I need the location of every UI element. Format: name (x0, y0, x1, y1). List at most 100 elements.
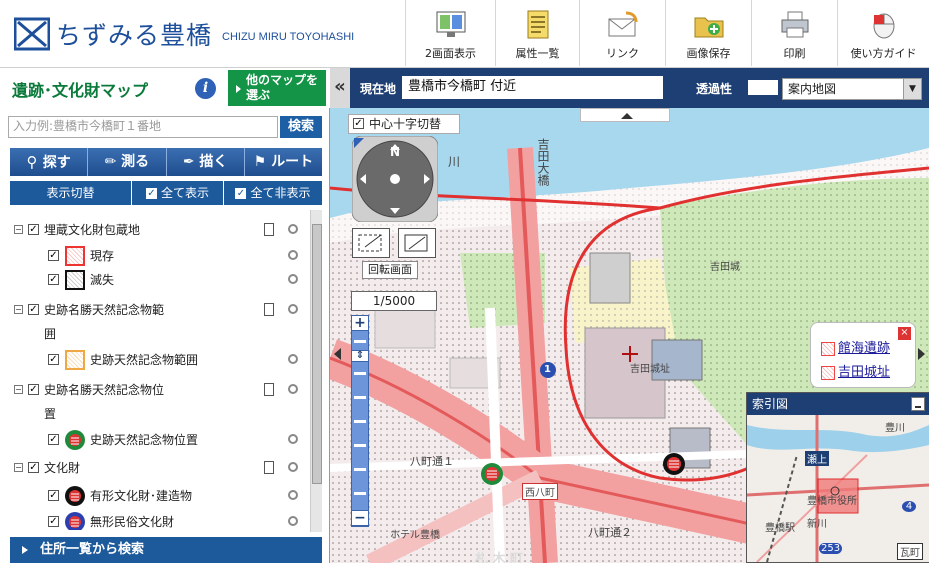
collapse-panel-button[interactable]: « (330, 68, 350, 108)
map-label-nishihacchou: 西八町 (522, 483, 558, 500)
collapse-toggle[interactable]: − (14, 385, 23, 394)
envelope-link-icon (606, 10, 640, 40)
route-tool-label: ルート (271, 154, 314, 170)
crosshair-checkbox[interactable]: ✓ (353, 118, 364, 129)
zoom-in-button[interactable]: + (351, 315, 369, 331)
zoom-layer-icon[interactable] (288, 434, 298, 444)
map-marker-green[interactable] (481, 463, 503, 485)
map-label-hotel: ホテル豊橋 (390, 530, 440, 541)
layer-checkbox[interactable]: ✓ (48, 250, 59, 261)
close-icon[interactable]: × (898, 327, 911, 340)
panel-title-bar: 遺跡･文化財マップ i 他のマップを選ぶ (0, 68, 330, 108)
black-square-symbol (65, 270, 85, 290)
zoom-layer-icon[interactable] (288, 354, 298, 364)
hide-all-button[interactable]: ✓ 全て非表示 (224, 181, 322, 205)
zoom-out-button[interactable]: − (351, 510, 369, 526)
link-label: リンク (606, 47, 639, 60)
other-maps-button[interactable]: 他のマップを選ぶ (228, 70, 326, 106)
pan-control[interactable]: N (352, 136, 438, 222)
search-button[interactable]: 検索 (280, 116, 322, 138)
address-list-search-button[interactable]: 住所一覧から検索 (10, 537, 322, 563)
link-button[interactable]: リンク (579, 0, 665, 66)
printer-icon (778, 10, 812, 40)
map-marker-black[interactable] (663, 453, 685, 475)
map-label-yoshida-castle: 吉田城 (710, 262, 740, 273)
find-tool-button[interactable]: ⚲ 探す (10, 148, 89, 176)
map-label-river: 川 (448, 155, 461, 169)
zoom-layer-icon[interactable] (288, 224, 298, 234)
layer-checkbox[interactable]: ✓ (48, 516, 59, 527)
layer-item-existing: ✓ 現存 (10, 244, 310, 268)
pan-up-arrow[interactable] (580, 108, 670, 122)
layer-item-tangible-buildings: ✓ 有形文化財･建造物 (10, 484, 310, 508)
zoom-out-rectangle-button[interactable] (352, 228, 390, 258)
usage-guide-button[interactable]: 使い方ガイド (837, 0, 929, 66)
zoom-layer-icon[interactable] (288, 516, 298, 526)
layer-label-wrap: 囲 (44, 327, 57, 341)
zoom-in-rectangle-button[interactable] (398, 228, 436, 258)
zoom-layer-icon[interactable] (288, 384, 298, 394)
layer-checkbox[interactable]: ✓ (28, 384, 39, 395)
layer-checkbox[interactable]: ✓ (48, 274, 59, 285)
layer-checkbox[interactable]: ✓ (28, 304, 39, 315)
popup-link-1[interactable]: 館海遺跡 (821, 337, 890, 356)
basemap-select[interactable]: 案内地図 ▼ (782, 78, 922, 100)
info-icon[interactable]: i (195, 78, 216, 99)
pan-right-arrow[interactable] (918, 348, 925, 360)
collapse-toggle[interactable]: − (14, 463, 23, 472)
index-label-toyokawa: 豊川 (885, 423, 905, 434)
minimize-icon[interactable] (911, 397, 925, 411)
document-icon[interactable] (264, 383, 274, 396)
split-screen-button[interactable]: 2画面表示 (405, 0, 495, 66)
measure-tool-button[interactable]: ✏ 測る (88, 148, 167, 176)
index-route-4: 4 (902, 501, 916, 512)
zoom-layer-icon[interactable] (288, 274, 298, 284)
layer-checkbox[interactable]: ✓ (28, 462, 39, 473)
route-tool-button[interactable]: ⚑ ルート (244, 148, 322, 176)
print-button[interactable]: 印刷 (751, 0, 837, 66)
magnifier-icon: ⚲ (26, 153, 43, 171)
mouse-icon (867, 10, 901, 40)
draw-tool-button[interactable]: ✒ 描く (166, 148, 245, 176)
address-search-input[interactable]: 入力例:豊橋市今橋町１番地 (8, 116, 278, 138)
rotate-view-button[interactable]: 回転画面 (362, 261, 418, 279)
index-map[interactable]: 索引図 豊川 瀬上 豊橋市役所 豊橋駅 新川 瓦町 4 253 (746, 392, 929, 563)
red-square-symbol (65, 246, 85, 266)
layer-checkbox[interactable]: ✓ (48, 354, 59, 365)
document-icon[interactable] (264, 223, 274, 236)
collapse-toggle[interactable]: − (14, 305, 23, 314)
logo-subtitle: CHIZU MIRU TOYOHASHI (222, 31, 355, 43)
zoom-slider-handle[interactable]: ⇕ (351, 350, 369, 362)
zoom-slider[interactable]: + ⇕ − (351, 315, 369, 527)
zoom-layer-icon[interactable] (288, 490, 298, 500)
orange-square-symbol (65, 350, 85, 370)
collapse-toggle[interactable]: − (14, 225, 23, 234)
show-all-button[interactable]: ✓ 全て表示 (132, 181, 224, 205)
route-icon: ⚑ (253, 154, 272, 170)
document-icon[interactable] (264, 461, 274, 474)
popup-link-2[interactable]: 吉田城址 (821, 361, 890, 380)
layer-checkbox[interactable]: ✓ (48, 434, 59, 445)
map-canvas[interactable]: 川 吉田大橋 吉田城 吉田城址 八町通１ 八町通２ 西八町 1 ホテル豊橋 札 … (330, 108, 929, 563)
scroll-thumb[interactable] (312, 224, 322, 484)
save-image-button[interactable]: 画像保存 (665, 0, 751, 66)
opacity-slider[interactable] (748, 80, 778, 95)
layer-scrollbar[interactable] (310, 210, 322, 532)
chevron-down-icon[interactable]: ▼ (903, 79, 921, 99)
index-route-253: 253 (819, 543, 843, 554)
layer-checkbox[interactable]: ✓ (48, 490, 59, 501)
folder-save-icon (692, 10, 726, 40)
map-label-park: 吉田城址 (630, 364, 670, 375)
zoom-layer-icon[interactable] (288, 462, 298, 472)
pan-left-arrow[interactable] (334, 348, 341, 360)
attribute-list-button[interactable]: 属性一覧 (495, 0, 579, 66)
zoom-layer-icon[interactable] (288, 304, 298, 314)
zoom-layer-icon[interactable] (288, 250, 298, 260)
crosshair-toggle[interactable]: ✓ 中心十字切替 (348, 114, 460, 134)
find-tool-label: 探す (42, 155, 71, 171)
layer-label: 無形民俗文化財 (90, 515, 175, 529)
layer-checkbox[interactable]: ✓ (28, 224, 39, 235)
save-image-label: 画像保存 (686, 47, 731, 60)
document-icon[interactable] (264, 303, 274, 316)
app-logo[interactable]: ちずみる豊橋 CHIZU MIRU TOYOHASHI (13, 16, 355, 52)
